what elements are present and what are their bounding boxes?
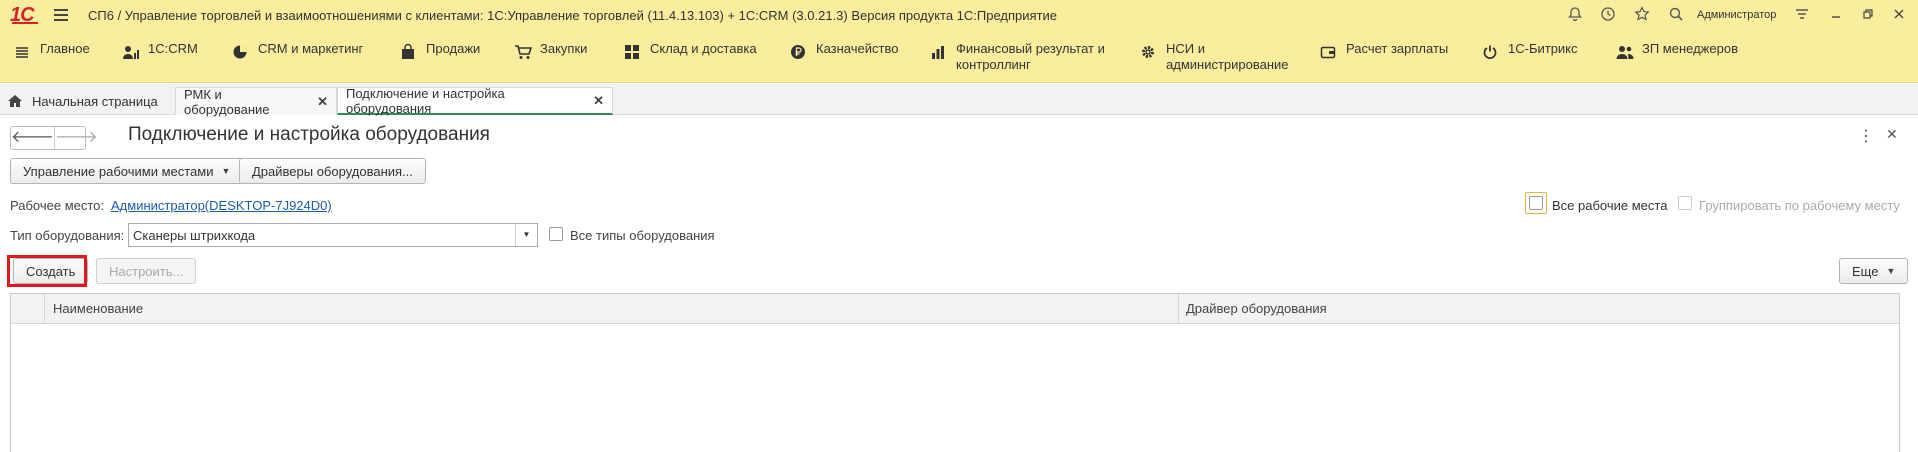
- tab-home-label: Начальная страница: [32, 93, 158, 109]
- section-label: Финансовый результат и контроллинг: [956, 41, 1105, 72]
- section-label: 1С-Битрикс: [1508, 41, 1578, 56]
- create-button-highlight: [7, 255, 87, 287]
- ruble-coin-icon: [790, 44, 808, 62]
- section-label: Казначейство: [816, 41, 899, 56]
- section-treasury[interactable]: Казначейство: [790, 41, 898, 62]
- equipment-type-value: Сканеры штрихкода: [133, 228, 256, 243]
- dropdown-caret-icon: ▼: [221, 166, 231, 176]
- history-nav: 🡐 🡒: [10, 126, 98, 150]
- back-arrow-icon[interactable]: 🡐: [11, 127, 54, 149]
- section-label: НСИ и администрирование: [1166, 41, 1289, 72]
- section-manager-salary[interactable]: ЗП менеджеров: [1616, 41, 1738, 62]
- configure-button[interactable]: Настроить...: [96, 258, 197, 284]
- button-label: Драйверы оборудования...: [252, 163, 413, 179]
- manage-workplaces-button[interactable]: Управление рабочими местами ▼: [10, 158, 244, 184]
- grid-icon: [624, 44, 642, 62]
- close-window-icon[interactable]: [1889, 6, 1909, 26]
- section-label: ЗП менеджеров: [1642, 41, 1738, 56]
- section-crm[interactable]: 1С:CRM: [122, 41, 198, 62]
- section-label: Склад и доставка: [650, 41, 757, 56]
- tab-equipment-setup[interactable]: Подключение и настройка оборудования ✕: [337, 85, 613, 116]
- power-icon: [1482, 44, 1500, 62]
- section-label: Главное: [40, 41, 90, 56]
- drivers-button[interactable]: Драйверы оборудования...: [239, 158, 426, 184]
- cart-icon: [514, 44, 533, 62]
- star-icon[interactable]: [1632, 6, 1652, 26]
- restore-icon[interactable]: [1858, 6, 1878, 26]
- section-label: Расчет зарплаты: [1346, 41, 1449, 56]
- workplace-link[interactable]: Администратор(DESKTOP-7J924D0): [111, 198, 332, 213]
- sections-panel: Главное 1С:CRM CRM и маркетинг Продажи З…: [0, 31, 1918, 83]
- people-icon: [1616, 44, 1634, 62]
- section-label: 1С:CRM: [148, 41, 198, 56]
- menu-lines-icon: [14, 44, 32, 62]
- section-warehouse[interactable]: Склад и доставка: [624, 41, 757, 62]
- group-by-workplace-checkbox[interactable]: [1678, 196, 1692, 210]
- section-label: Продажи: [426, 41, 481, 56]
- equipment-type-select[interactable]: Сканеры штрихкода ▼: [128, 223, 538, 247]
- search-icon[interactable]: [1666, 6, 1686, 26]
- window-title: СП6 / Управление торговлей и взаимоотнош…: [88, 8, 1058, 23]
- dropdown-caret-icon: ▼: [1886, 266, 1896, 276]
- user-name[interactable]: Администратор: [1697, 9, 1776, 21]
- column-header-driver[interactable]: Драйвер оборудования: [1179, 294, 1899, 324]
- open-tabs-bar: Начальная страница РМК и оборудование ✕ …: [0, 84, 1918, 117]
- section-purchases[interactable]: Закупки: [514, 41, 587, 62]
- tab-label: Подключение и настройка оборудования: [346, 85, 505, 116]
- bell-icon[interactable]: [1565, 6, 1585, 26]
- forward-arrow-icon[interactable]: 🡒: [53, 127, 98, 149]
- section-main[interactable]: Главное: [14, 41, 90, 62]
- title-bar: 1С СП6 / Управление торговлей и взаимоот…: [0, 0, 1918, 31]
- main-menu-icon[interactable]: [54, 9, 68, 21]
- column-header-name[interactable]: Наименование: [46, 294, 1179, 324]
- app-logo-underline: [12, 22, 38, 24]
- close-form-icon[interactable]: ✕: [1886, 126, 1898, 143]
- all-equipment-types-checkbox[interactable]: [549, 227, 563, 241]
- group-by-workplace-label: Группировать по рабочему месту: [1699, 198, 1900, 213]
- section-payroll[interactable]: Расчет зарплаты: [1320, 41, 1448, 62]
- tab-rmk-equipment[interactable]: РМК и оборудование ✕: [175, 86, 337, 117]
- minimize-icon[interactable]: [1826, 6, 1846, 26]
- person-chart-icon: [122, 44, 140, 62]
- dropdown-caret-icon[interactable]: ▼: [515, 224, 537, 246]
- close-tab-icon[interactable]: ✕: [317, 94, 328, 110]
- button-label: Еще: [1852, 263, 1879, 279]
- equipment-table[interactable]: Наименование Драйвер оборудования: [10, 293, 1900, 452]
- button-label: Управление рабочими местами: [23, 163, 214, 179]
- section-financial-result[interactable]: Финансовый результат и контроллинг: [930, 41, 1116, 73]
- row-gutter-header: [11, 294, 45, 324]
- section-sales[interactable]: Продажи: [400, 41, 480, 62]
- gear-icon: [1140, 44, 1158, 62]
- all-workplaces-checkbox[interactable]: [1529, 196, 1543, 210]
- section-bitrix[interactable]: 1С-Битрикс: [1482, 41, 1578, 62]
- bag-icon: [400, 43, 418, 62]
- settings-lines-icon[interactable]: [1792, 6, 1812, 26]
- more-button[interactable]: Еще ▼: [1839, 258, 1909, 284]
- wallet-icon: [1320, 44, 1338, 62]
- close-tab-icon[interactable]: ✕: [593, 93, 604, 109]
- home-icon: [8, 95, 22, 107]
- section-label: Закупки: [540, 41, 588, 56]
- all-workplaces-label: Все рабочие места: [1552, 198, 1668, 213]
- form-menu-icon[interactable]: ⋮: [1858, 126, 1874, 146]
- page-title: Подключение и настройка оборудования: [128, 124, 490, 145]
- section-label: CRM и маркетинг: [258, 41, 364, 56]
- workplace-label: Рабочее место:: [10, 198, 105, 213]
- section-nsi-admin[interactable]: НСИ и администрирование: [1140, 41, 1296, 73]
- section-crm-marketing[interactable]: CRM и маркетинг: [232, 41, 363, 62]
- bar-chart-icon: [930, 44, 948, 62]
- equipment-type-label: Тип оборудования:: [10, 228, 125, 243]
- pie-chart-icon: [232, 44, 250, 62]
- tab-label: РМК и оборудование: [184, 86, 270, 117]
- tab-home[interactable]: Начальная страница: [0, 87, 166, 115]
- history-icon[interactable]: [1598, 6, 1618, 26]
- button-label: Настроить...: [109, 263, 184, 279]
- all-equipment-types-label: Все типы оборудования: [570, 228, 715, 243]
- table-header: Наименование Драйвер оборудования: [11, 294, 1899, 324]
